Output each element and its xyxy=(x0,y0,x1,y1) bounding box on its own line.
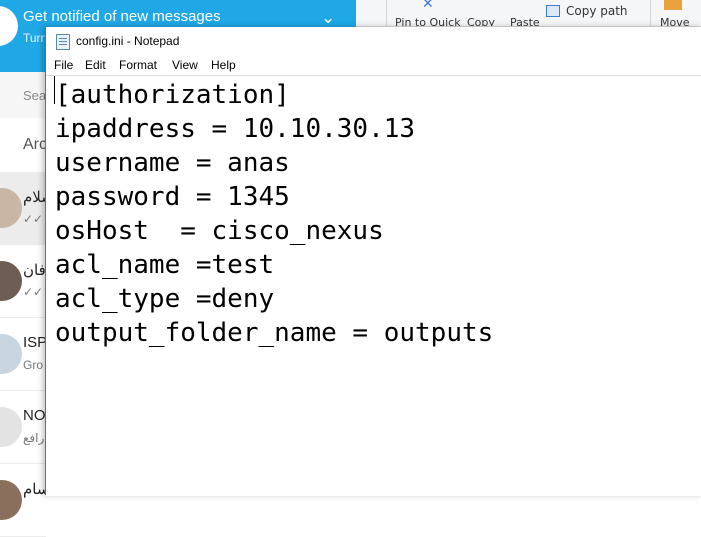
text-line: output_folder_name = outputs xyxy=(55,318,494,348)
text-line: osHost = cisco_nexus xyxy=(55,216,384,246)
window-title: config.ini - Notepad xyxy=(76,34,180,48)
text-line: password = 1345 xyxy=(55,182,290,212)
chat-search-box[interactable]: Sea xyxy=(0,72,46,118)
notification-title: Get notified of new messages xyxy=(23,8,221,25)
chat-name: NO xyxy=(23,407,46,424)
avatar xyxy=(0,480,22,520)
chat-list-item[interactable]: سلام ✓✓ xyxy=(0,172,46,245)
ribbon-divider xyxy=(650,0,651,26)
menu-edit[interactable]: Edit xyxy=(85,58,106,72)
chat-preview: ✓✓ xyxy=(23,285,44,299)
chat-name: سلام xyxy=(23,189,46,206)
avatar xyxy=(0,407,22,447)
chat-list-item[interactable]: فان ✓✓ xyxy=(0,245,46,318)
move-to-button[interactable]: Move xyxy=(660,16,690,26)
menu-file[interactable]: File xyxy=(54,58,73,72)
copy-path-icon xyxy=(546,5,560,17)
pin-to-quick-access-button[interactable]: Pin to Quick xyxy=(395,16,461,26)
notification-bell-icon xyxy=(0,6,18,46)
menu-view[interactable]: View xyxy=(172,58,198,72)
chat-preview: رافع xyxy=(23,431,45,445)
text-line: acl_name =test xyxy=(55,250,275,280)
notification-subtitle: Turn xyxy=(23,31,48,45)
avatar xyxy=(0,188,22,228)
explorer-ribbon: ✕ Pin to Quick Copy Paste Copy path Move xyxy=(356,0,701,27)
chat-name: ISP xyxy=(23,334,46,351)
avatar xyxy=(0,334,22,374)
text-line: [authorization] xyxy=(55,80,290,110)
copy-path-button[interactable]: Copy path xyxy=(566,4,628,18)
chat-list-item[interactable]: NO رافع xyxy=(0,391,46,464)
folder-move-icon xyxy=(664,0,682,10)
text-line: ipaddress = 10.10.30.13 xyxy=(55,114,416,144)
notepad-window: config.ini - Notepad File Edit Format Vi… xyxy=(45,27,701,496)
chat-list-item[interactable]: ISP Gro xyxy=(0,318,46,391)
notepad-titlebar[interactable]: config.ini - Notepad xyxy=(46,27,701,55)
chat-search-placeholder: Sea xyxy=(23,88,47,103)
menu-bar: File Edit Format View Help xyxy=(46,55,701,75)
chat-preview: ✓✓ xyxy=(23,212,44,226)
archived-label: Arc xyxy=(23,136,47,153)
text-line: acl_type =deny xyxy=(55,284,275,314)
copy-button[interactable]: Copy xyxy=(467,16,495,26)
chat-name: فان xyxy=(23,262,46,279)
chat-list-item[interactable]: سام xyxy=(0,464,46,537)
chat-name: سام xyxy=(23,481,46,498)
ribbon-divider xyxy=(386,0,387,26)
notepad-icon xyxy=(56,34,70,50)
archived-chats-row[interactable]: Arc xyxy=(0,118,47,172)
chat-preview: Gro xyxy=(23,358,44,372)
text-line: username = anas xyxy=(55,148,290,178)
menu-format[interactable]: Format xyxy=(119,58,157,72)
avatar xyxy=(0,261,22,301)
chevron-down-icon[interactable]: ⌄ xyxy=(321,8,335,28)
editor-content: [authorization] ipaddress = 10.10.30.13 … xyxy=(55,78,493,350)
pin-icon: ✕ xyxy=(422,0,434,12)
paste-button[interactable]: Paste xyxy=(510,16,540,26)
text-editor-area[interactable]: [authorization] ipaddress = 10.10.30.13 … xyxy=(46,75,701,496)
menu-help[interactable]: Help xyxy=(211,58,236,72)
